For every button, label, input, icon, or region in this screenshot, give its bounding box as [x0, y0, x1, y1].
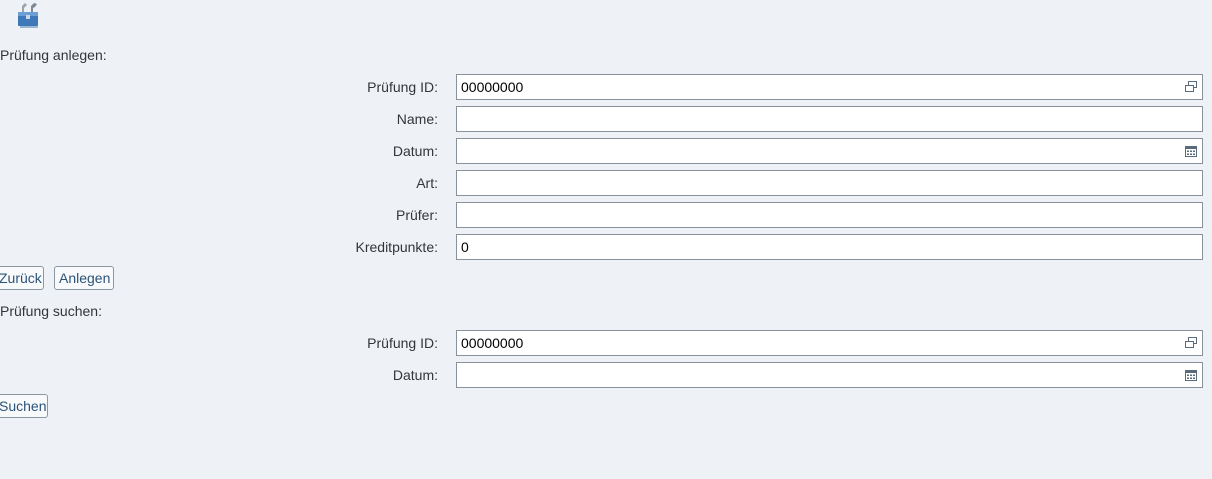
create-examiner-label: Prüfer: [395, 207, 438, 223]
create-type-label: Art: [416, 175, 438, 191]
create-date-row: Datum: [0, 138, 1212, 164]
create-name-input[interactable] [457, 107, 1161, 131]
search-id-input[interactable] [457, 331, 1161, 355]
create-type-row: Art: [0, 170, 1212, 196]
search-id-field[interactable] [456, 330, 1203, 356]
back-button[interactable]: Zurück [0, 266, 44, 290]
create-id-field[interactable] [456, 74, 1203, 100]
create-credits-input[interactable] [457, 235, 1161, 259]
create-name-row: Name: [0, 106, 1212, 132]
create-date-input[interactable] [457, 139, 1161, 163]
create-button[interactable]: Anlegen [54, 266, 114, 290]
search-date-label: Datum: [392, 367, 438, 383]
calendar-icon[interactable] [1184, 368, 1198, 382]
create-section-title: Prüfung anlegen: [0, 47, 107, 63]
value-help-icon[interactable] [1184, 336, 1198, 350]
toolbox-icon [18, 3, 38, 28]
create-id-row: Prüfung ID: [0, 74, 1212, 100]
create-examiner-input[interactable] [457, 203, 1161, 227]
search-id-label: Prüfung ID: [367, 335, 438, 351]
search-date-field[interactable] [456, 362, 1203, 388]
value-help-icon[interactable] [1184, 80, 1198, 94]
create-credits-field[interactable] [456, 234, 1203, 260]
create-date-field[interactable] [456, 138, 1203, 164]
create-name-label: Name: [396, 111, 438, 127]
create-examiner-field[interactable] [456, 202, 1203, 228]
calendar-icon[interactable] [1184, 144, 1198, 158]
create-type-input[interactable] [457, 171, 1161, 195]
create-id-label: Prüfung ID: [367, 79, 438, 95]
create-id-input[interactable] [457, 75, 1161, 99]
create-type-field[interactable] [456, 170, 1203, 196]
search-section-title: Prüfung suchen: [0, 303, 102, 319]
search-button[interactable]: Suchen [0, 394, 48, 418]
search-date-row: Datum: [0, 362, 1212, 388]
create-examiner-row: Prüfer: [0, 202, 1212, 228]
search-id-row: Prüfung ID: [0, 330, 1212, 356]
create-date-label: Datum: [392, 143, 438, 159]
search-date-input[interactable] [457, 363, 1161, 387]
create-credits-label: Kreditpunkte: [355, 239, 439, 255]
create-name-field[interactable] [456, 106, 1203, 132]
create-credits-row: Kreditpunkte: [0, 234, 1212, 260]
